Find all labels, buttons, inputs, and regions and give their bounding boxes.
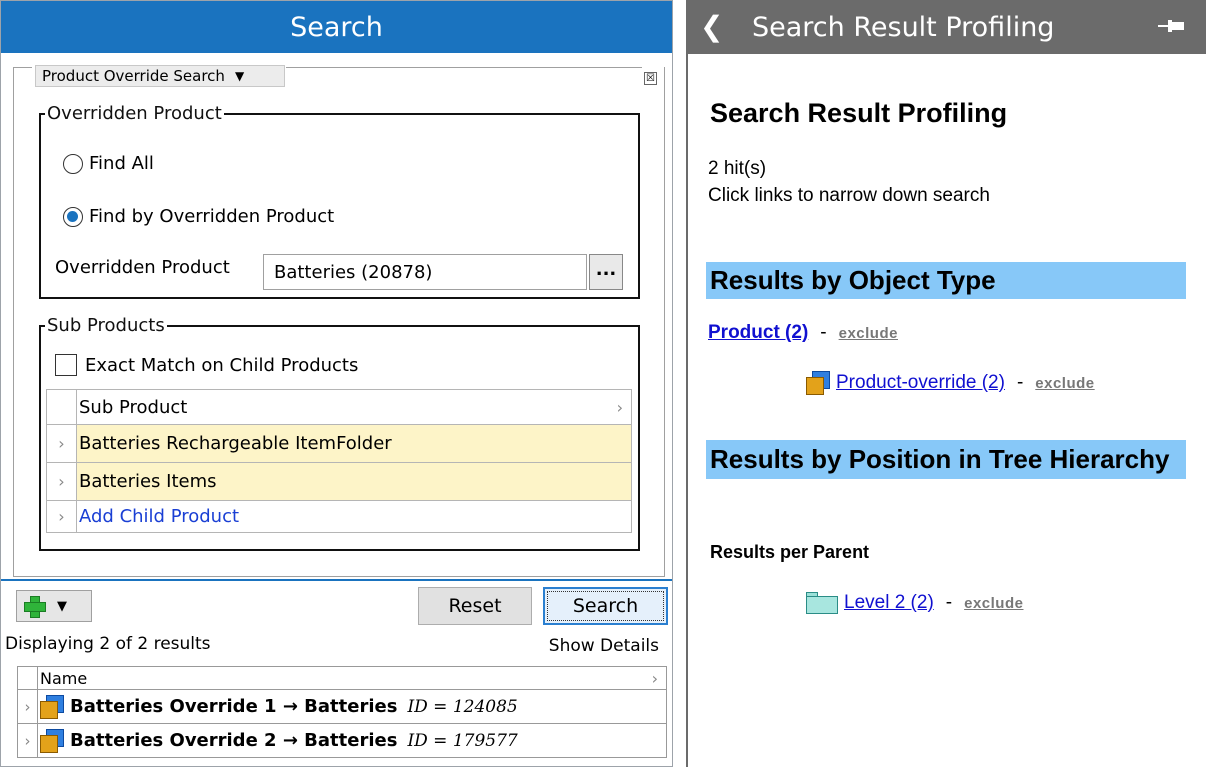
search-panel-title: Search — [290, 11, 383, 43]
row-gutter — [18, 667, 38, 689]
hits-count: 2 hit(s) — [708, 158, 767, 179]
expand-chevron-icon[interactable]: › — [47, 425, 77, 462]
overridden-product-field[interactable]: Batteries (20878) — [263, 254, 587, 290]
query-type-label: Product Override Search — [42, 67, 225, 85]
browse-button[interactable]: ... — [589, 254, 623, 290]
table-row[interactable]: › Batteries Items — [46, 463, 632, 501]
search-panel: Search Product Override Search ▼ ☒ Overr… — [0, 0, 673, 767]
checkbox-icon — [55, 354, 77, 376]
add-child-product-link[interactable]: Add Child Product — [79, 506, 239, 527]
profiling-panel-header: ❮ Search Result Profiling — [688, 0, 1206, 54]
exact-match-label: Exact Match on Child Products — [85, 354, 359, 376]
level-2-filter-link[interactable]: Level 2 (2) — [844, 592, 934, 614]
profiling-panel: ❮ Search Result Profiling Search Result … — [686, 0, 1206, 767]
table-row[interactable]: › Batteries Override 2 → Batteries ID = … — [17, 724, 667, 758]
object-type-section-title: Results by Object Type — [706, 262, 1186, 299]
profiling-header-title: Search Result Profiling — [752, 12, 1055, 43]
add-criteria-button[interactable]: ▼ — [16, 590, 92, 622]
overridden-product-legend: Overridden Product — [45, 103, 224, 124]
profiling-title: Search Result Profiling — [710, 98, 1008, 128]
result-cell: Batteries Override 1 → Batteries ID = 12… — [38, 690, 666, 723]
object-type-line: Product (2) - exclude — [708, 322, 898, 344]
expand-chevron-icon[interactable]: › — [18, 690, 38, 723]
dash-separator: - — [1016, 372, 1024, 393]
product-override-icon — [40, 694, 66, 719]
product-override-icon — [40, 728, 66, 753]
table-row[interactable]: › Batteries Override 1 → Batteries ID = … — [17, 690, 667, 724]
query-type-dropdown[interactable]: Product Override Search ▼ — [35, 65, 285, 87]
chevron-left-icon[interactable]: ❮ — [700, 10, 723, 43]
exclude-level-2-link[interactable]: exclude — [964, 595, 1023, 612]
chevron-right-icon[interactable]: › — [617, 398, 623, 417]
object-subtype-line: Product-override (2) - exclude — [806, 371, 1095, 395]
result-cell: Batteries Override 2 → Batteries ID = 17… — [38, 724, 666, 757]
sub-product-cell: Batteries Rechargeable ItemFolder — [77, 425, 631, 462]
find-by-overridden-radio[interactable]: Find by Overridden Product — [63, 206, 334, 227]
parent-line: Level 2 (2) - exclude — [806, 592, 1023, 614]
name-column-header[interactable]: Name › — [38, 667, 666, 689]
panel-divider — [1, 579, 672, 581]
dropdown-arrow-icon: ▼ — [234, 69, 245, 83]
pin-icon[interactable] — [1158, 18, 1186, 34]
product-filter-link[interactable]: Product (2) — [708, 322, 808, 344]
exact-match-checkbox[interactable]: Exact Match on Child Products — [55, 354, 358, 376]
result-id: ID = 179577 — [407, 730, 518, 751]
result-name: Batteries Override 1 → Batteries — [70, 696, 398, 717]
folder-icon — [806, 592, 838, 614]
results-table-header: Name › — [17, 666, 667, 690]
chevron-right-icon[interactable]: › — [652, 669, 658, 688]
add-child-row: › Add Child Product — [46, 501, 632, 533]
find-by-overridden-label: Find by Overridden Product — [89, 206, 335, 227]
result-id: ID = 124085 — [407, 696, 518, 717]
exclude-product-link[interactable]: exclude — [839, 325, 898, 342]
search-panel-header: Search — [1, 1, 672, 53]
sub-product-table-header: Sub Product › — [46, 389, 632, 425]
result-name: Batteries Override 2 → Batteries — [70, 730, 398, 751]
sub-product-cell: Batteries Items — [77, 463, 631, 500]
dash-separator: - — [945, 592, 953, 613]
results-table: Name › › Batteries Override 1 → Batterie… — [17, 666, 667, 758]
expand-chevron-icon[interactable]: › — [47, 463, 77, 500]
close-icon[interactable]: ☒ — [644, 72, 657, 85]
reset-button[interactable]: Reset — [418, 587, 532, 625]
position-section-title: Results by Position in Tree Hierarchy — [706, 440, 1186, 479]
results-per-parent-label: Results per Parent — [710, 542, 870, 562]
product-override-filter-link[interactable]: Product-override (2) — [836, 372, 1005, 394]
row-gutter — [47, 390, 77, 424]
find-all-radio[interactable]: Find All — [63, 153, 154, 174]
expand-chevron-icon[interactable]: › — [18, 724, 38, 757]
dash-separator: - — [820, 322, 827, 343]
show-details-link[interactable]: Show Details — [549, 636, 659, 656]
narrow-hint: Click links to narrow down search — [708, 185, 990, 206]
radio-icon — [63, 153, 83, 174]
add-icon — [23, 595, 46, 618]
sub-product-table: Sub Product › › Batteries Rechargeable I… — [46, 389, 632, 533]
product-override-icon — [806, 371, 832, 395]
dropdown-arrow-icon: ▼ — [57, 598, 67, 614]
sub-product-column-header[interactable]: Sub Product › — [77, 390, 631, 424]
name-header-label: Name — [40, 668, 88, 688]
table-row[interactable]: › Batteries Rechargeable ItemFolder — [46, 425, 632, 463]
exclude-product-override-link[interactable]: exclude — [1035, 375, 1094, 392]
sub-product-header-label: Sub Product — [79, 396, 188, 418]
overridden-product-value: Batteries (20878) — [274, 261, 433, 283]
search-button[interactable]: Search — [543, 587, 668, 625]
results-count: Displaying 2 of 2 results — [5, 634, 211, 654]
sub-products-legend: Sub Products — [45, 315, 167, 336]
overridden-product-label: Overridden Product — [55, 257, 230, 278]
add-child-cell: Add Child Product — [77, 501, 631, 532]
find-all-label: Find All — [89, 153, 154, 174]
radio-selected-icon — [63, 206, 83, 227]
expand-chevron-icon: › — [47, 501, 77, 532]
